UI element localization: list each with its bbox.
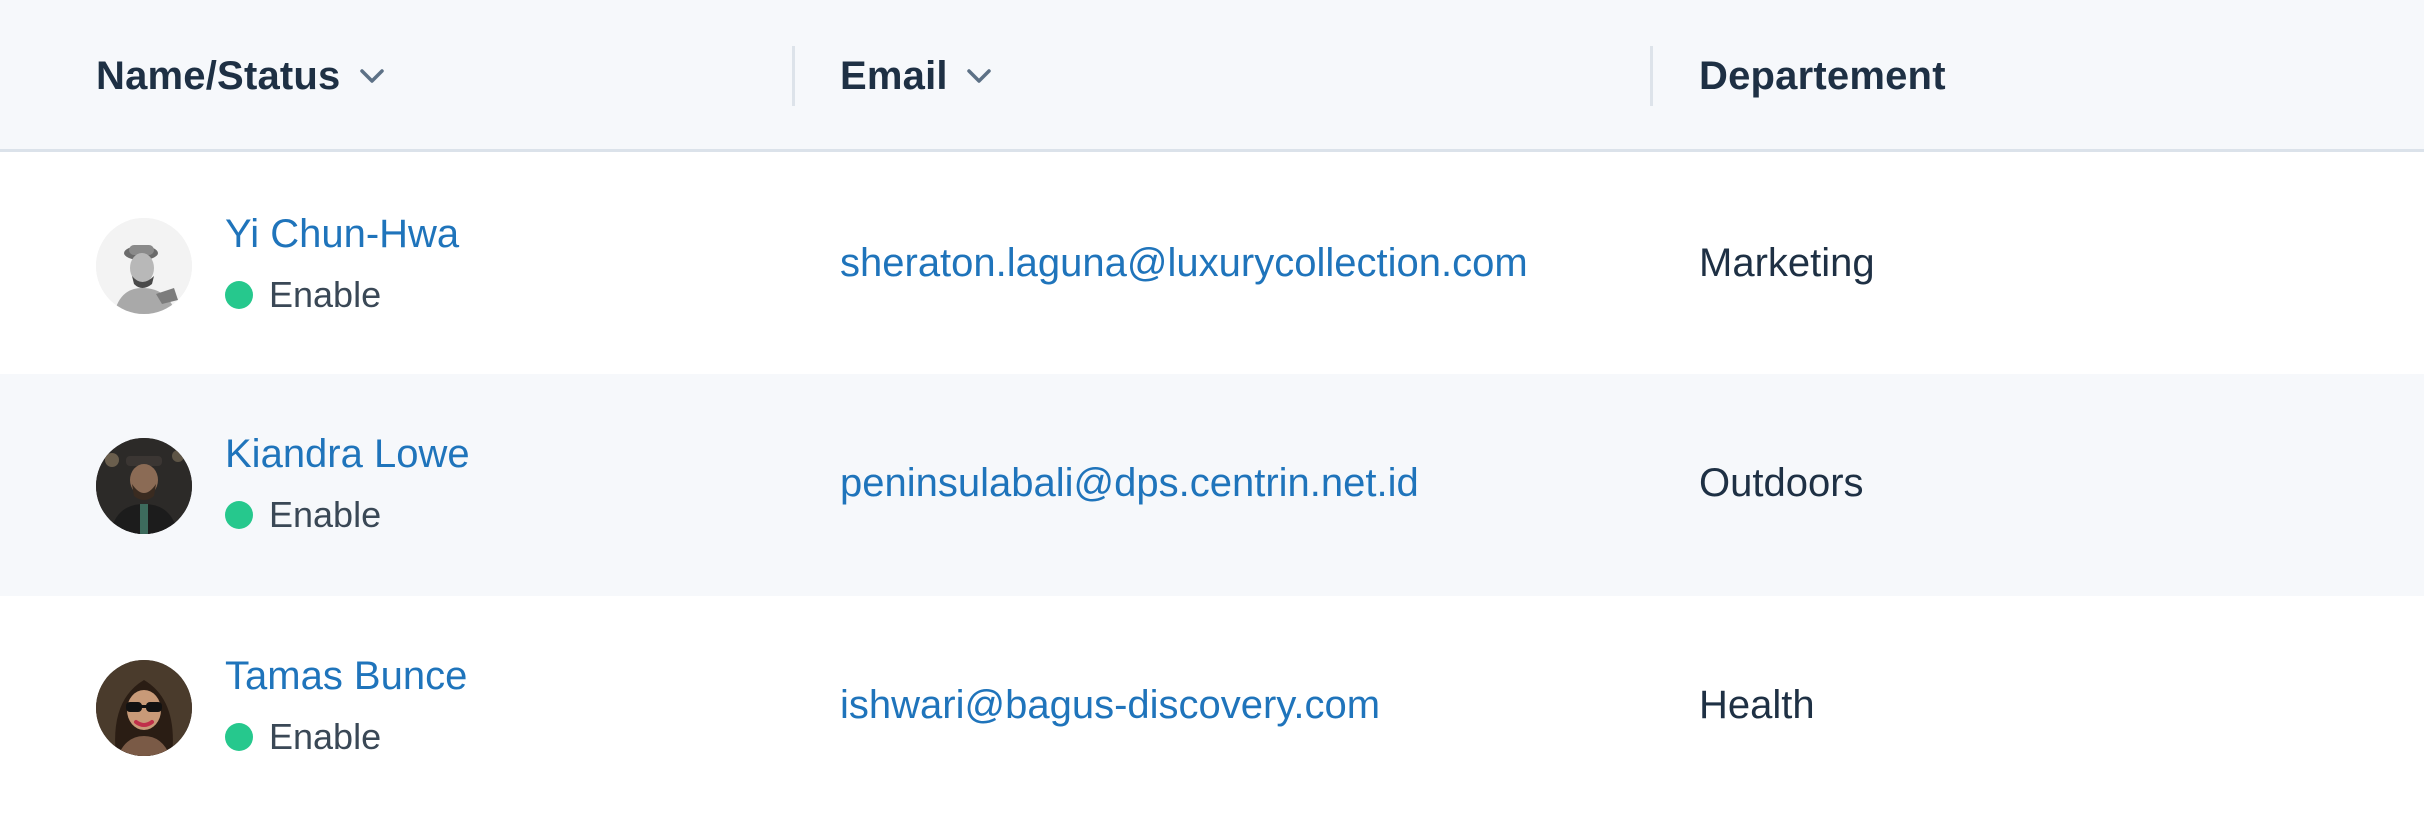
- user-email-link[interactable]: sheraton.laguna@luxurycollection.com: [840, 240, 1528, 286]
- table-header: Name/Status Email Departement: [0, 0, 2424, 152]
- user-email-link[interactable]: peninsulabali@dps.centrin.net.id: [840, 460, 1419, 506]
- user-name-link[interactable]: Kiandra Lowe: [225, 431, 470, 477]
- column-header-email[interactable]: Email: [840, 48, 992, 104]
- chevron-down-icon: [359, 69, 384, 83]
- column-divider[interactable]: [792, 46, 795, 106]
- table-row[interactable]: Tamas Bunce Enable ishwari@bagus-discove…: [0, 596, 2424, 818]
- column-header-name-status[interactable]: Name/Status: [96, 48, 385, 104]
- user-name-link[interactable]: Tamas Bunce: [225, 653, 467, 699]
- users-table: Name/Status Email Departement Yi Chun-Hw…: [0, 0, 2424, 819]
- column-header-label: Departement: [1699, 53, 1946, 98]
- column-divider[interactable]: [1650, 46, 1653, 106]
- user-status: Enable: [225, 717, 381, 757]
- column-header-label: Name/Status: [96, 53, 341, 98]
- avatar-image: [96, 660, 192, 756]
- table-row[interactable]: Yi Chun-Hwa Enable sheraton.laguna@luxur…: [0, 152, 2424, 374]
- user-name-link[interactable]: Yi Chun-Hwa: [225, 211, 459, 257]
- avatar-image: [96, 438, 192, 534]
- column-header-department[interactable]: Departement: [1699, 48, 1946, 104]
- status-label: Enable: [269, 494, 382, 535]
- status-dot-icon: [225, 723, 253, 751]
- avatar: [96, 660, 192, 756]
- column-header-label: Email: [840, 53, 948, 98]
- user-email-link[interactable]: ishwari@bagus-discovery.com: [840, 682, 1380, 728]
- chevron-down-icon: [966, 69, 991, 83]
- user-status: Enable: [225, 495, 381, 535]
- avatar: [96, 438, 192, 534]
- status-label: Enable: [269, 274, 382, 315]
- status-dot-icon: [225, 501, 253, 529]
- user-department: Health: [1699, 683, 1815, 727]
- status-dot-icon: [225, 281, 253, 309]
- avatar-image: [96, 218, 192, 314]
- table-row[interactable]: Kiandra Lowe Enable peninsulabali@dps.ce…: [0, 374, 2424, 596]
- avatar: [96, 218, 192, 314]
- user-department: Outdoors: [1699, 461, 1864, 505]
- user-status: Enable: [225, 275, 381, 315]
- user-department: Marketing: [1699, 241, 1875, 285]
- status-label: Enable: [269, 716, 382, 757]
